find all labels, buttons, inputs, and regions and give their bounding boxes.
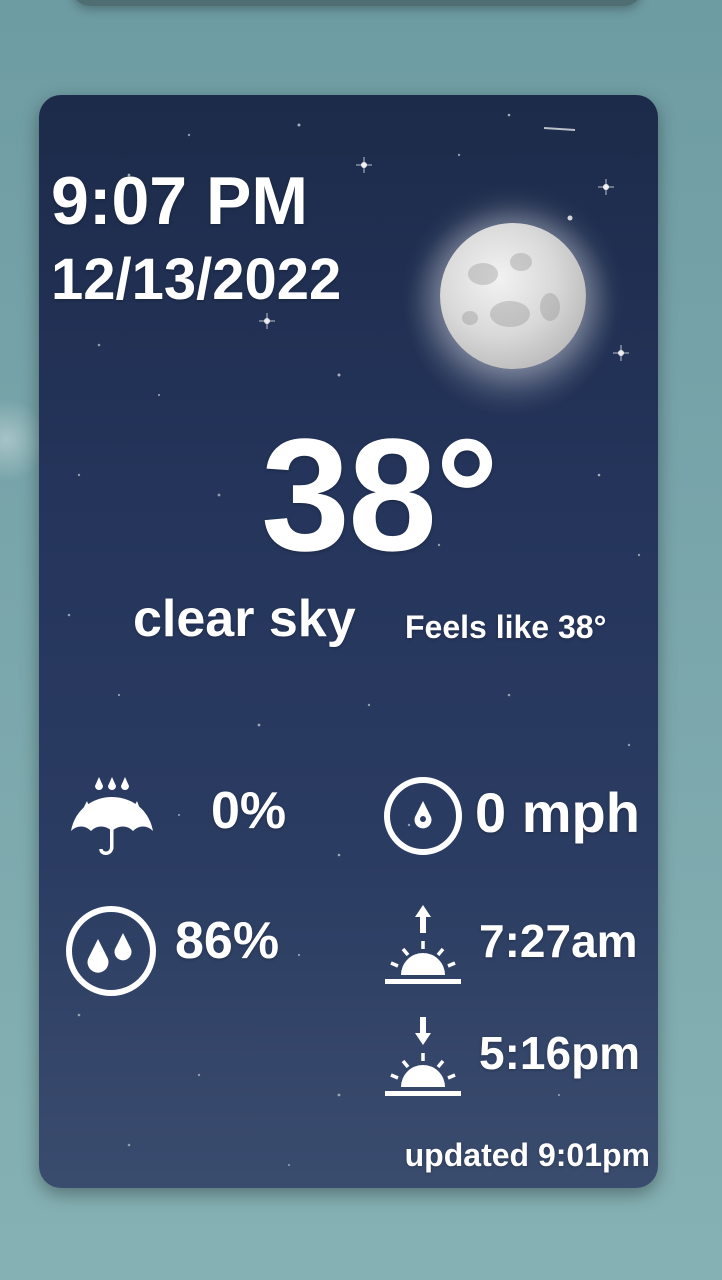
humidity: 86% bbox=[175, 912, 280, 970]
weather-condition: clear sky bbox=[133, 590, 356, 648]
sunrise-icon bbox=[383, 901, 463, 989]
feels-like: Feels like 38° bbox=[405, 609, 607, 645]
sunset-time: 5:16pm bbox=[479, 1027, 641, 1079]
current-temperature: 38° bbox=[261, 405, 499, 584]
previous-widget-card bbox=[72, 0, 642, 6]
current-time: 9:07 PM bbox=[51, 163, 308, 239]
background-glow bbox=[0, 380, 40, 500]
wind-direction-icon bbox=[380, 773, 466, 859]
water-drops-icon bbox=[63, 903, 159, 999]
last-updated: updated 9:01pm bbox=[404, 1137, 650, 1173]
weather-widget[interactable]: 9:07 PM 12/13/2022 38° clear sky Feels l… bbox=[39, 95, 658, 1188]
current-date: 12/13/2022 bbox=[51, 247, 342, 312]
moon-icon bbox=[440, 223, 586, 369]
wind-speed: 0 mph bbox=[475, 781, 640, 844]
umbrella-rain-icon bbox=[69, 771, 155, 861]
sunrise-time: 7:27am bbox=[479, 915, 638, 967]
precipitation-chance: 0% bbox=[211, 782, 287, 840]
sunset-icon bbox=[383, 1013, 463, 1101]
